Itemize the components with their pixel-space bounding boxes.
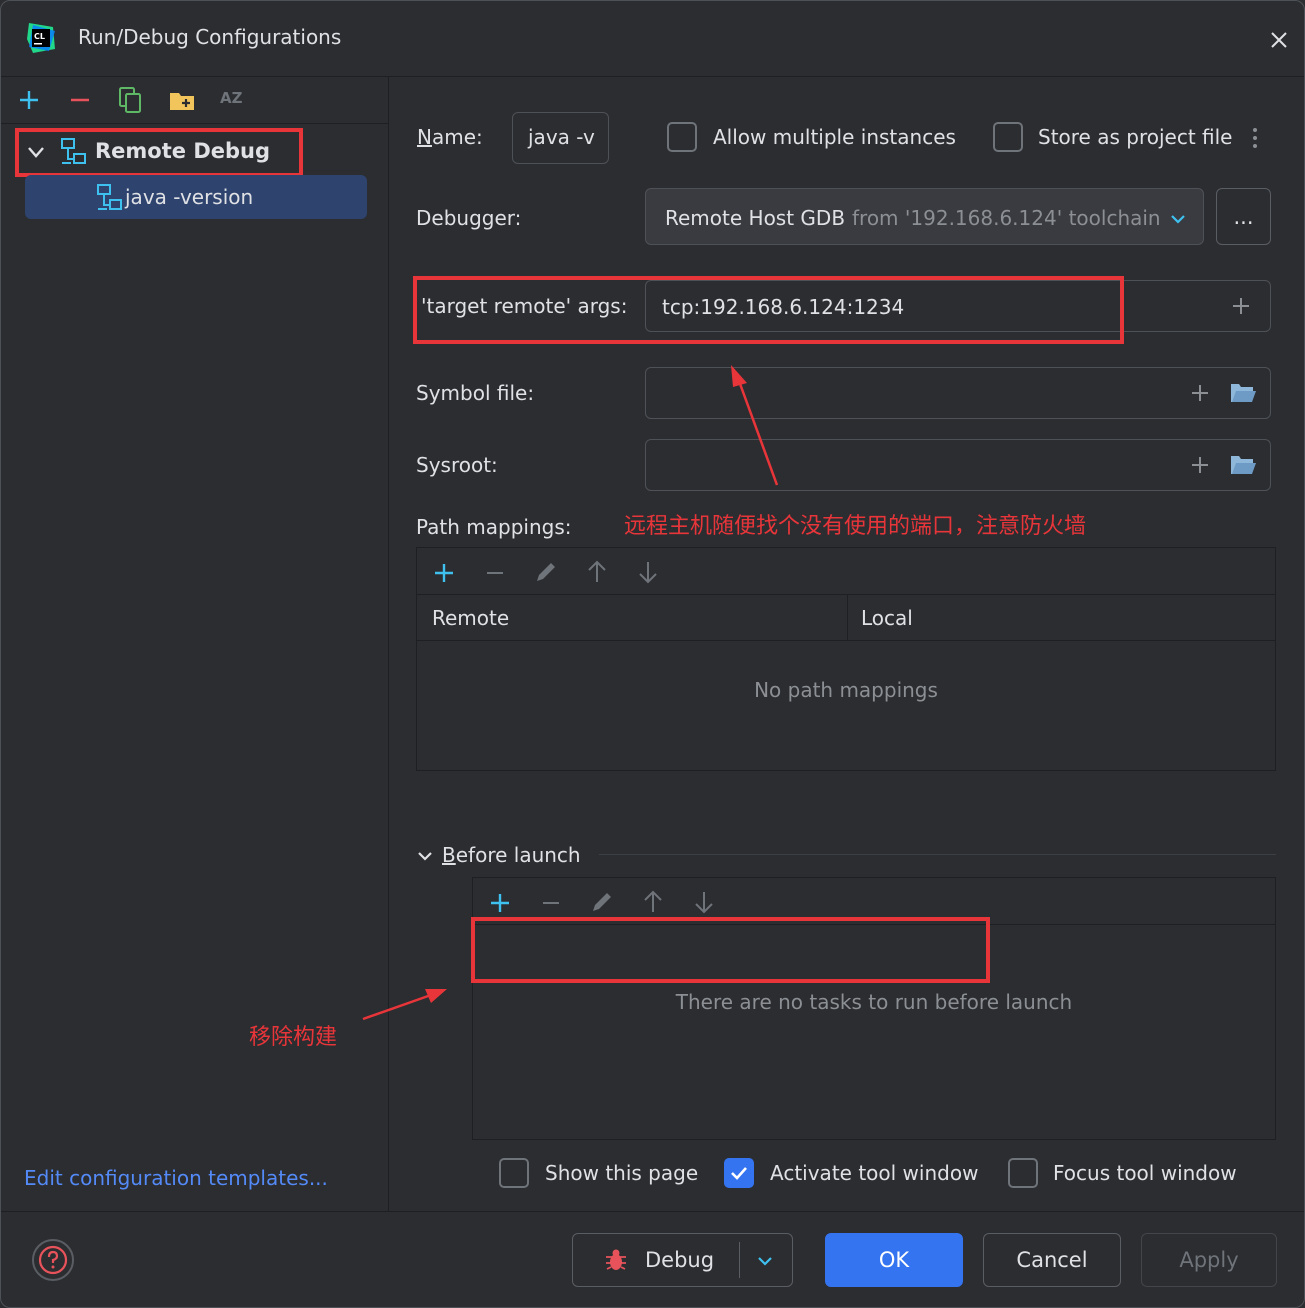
folder-add-icon[interactable]	[167, 85, 197, 115]
before-launch-label[interactable]: Before launch	[442, 843, 581, 867]
move-up-icon[interactable]	[583, 558, 611, 586]
chevron-down-icon[interactable]	[755, 1251, 775, 1271]
edit-templates-link[interactable]: Edit configuration templates...	[24, 1166, 328, 1190]
ok-button[interactable]: OK	[825, 1233, 963, 1287]
move-down-icon[interactable]	[690, 888, 718, 916]
apply-button[interactable]: Apply	[1141, 1233, 1277, 1287]
store-project-checkbox[interactable]	[993, 122, 1023, 152]
show-page-label[interactable]: Show this page	[545, 1161, 698, 1185]
debug-split-button[interactable]: Debug	[572, 1233, 793, 1287]
tree-item-label: java -version	[125, 185, 254, 209]
path-mappings-label: Path mappings:	[416, 515, 572, 539]
cancel-button[interactable]: Cancel	[983, 1233, 1121, 1287]
edit-pencil-icon[interactable]	[588, 888, 616, 916]
debugger-value-suffix: from '192.168.6.124' toolchain	[852, 206, 1161, 230]
activate-tool-checkbox[interactable]	[724, 1158, 754, 1188]
remove-icon[interactable]	[65, 85, 95, 115]
header-separator	[417, 640, 1275, 641]
debug-button-label: Debug	[645, 1248, 715, 1272]
folder-open-icon[interactable]	[1229, 380, 1257, 406]
annotation-box-target-args	[413, 276, 1124, 344]
focus-tool-checkbox[interactable]	[1008, 1158, 1038, 1188]
clion-logo-icon: CL	[27, 23, 55, 53]
symbol-file-label: Symbol file:	[416, 381, 535, 405]
window-title: Run/Debug Configurations	[78, 25, 342, 49]
expand-plus-icon[interactable]	[1230, 295, 1252, 317]
chevron-down-icon	[1171, 215, 1185, 224]
name-input[interactable]: java -v	[512, 112, 609, 164]
annotation-box-removed-build	[471, 917, 990, 983]
tree-item-java-version[interactable]: java -version	[25, 175, 367, 219]
copy-icon[interactable]	[116, 85, 146, 115]
debugger-value: Remote Host GDB	[665, 206, 846, 230]
column-divider	[847, 594, 848, 640]
annotation-arrow-right	[362, 989, 447, 1021]
bug-icon	[606, 1249, 626, 1270]
name-label: Name:	[417, 125, 483, 149]
remove-icon[interactable]	[538, 890, 564, 916]
toolbar-separator	[1, 123, 389, 124]
move-up-icon[interactable]	[639, 888, 667, 916]
path-mappings-table: Remote Local No path mappings	[416, 547, 1276, 771]
footer-separator	[1, 1211, 1304, 1212]
debugger-select[interactable]: Remote Host GDB from '192.168.6.124' too…	[645, 188, 1204, 245]
add-icon[interactable]	[487, 890, 513, 916]
title-bar: CL Run/Debug Configurations	[1, 1, 1304, 77]
sysroot-label: Sysroot:	[416, 453, 498, 477]
add-icon[interactable]	[14, 85, 44, 115]
split-divider	[739, 1242, 740, 1278]
allow-multiple-label[interactable]: Allow multiple instances	[713, 125, 956, 149]
sort-az-icon[interactable]: AZ	[220, 89, 250, 115]
folder-open-icon[interactable]	[1229, 452, 1257, 478]
annotation-box-remote-debug	[15, 128, 303, 177]
focus-tool-label[interactable]: Focus tool window	[1053, 1161, 1237, 1185]
remove-icon[interactable]	[482, 560, 508, 586]
before-launch-separator	[599, 854, 1276, 855]
logo-text: CL	[34, 32, 45, 41]
run-debug-dialog: CL Run/Debug Configurations AZ Remote De…	[0, 0, 1305, 1308]
remote-debug-icon	[97, 184, 122, 210]
debugger-label: Debugger:	[416, 206, 522, 230]
checkmark-icon	[731, 1167, 747, 1180]
store-project-label[interactable]: Store as project file	[1038, 125, 1232, 149]
show-page-checkbox[interactable]	[499, 1158, 529, 1188]
before-launch-empty: There are no tasks to run before launch	[675, 990, 1073, 1014]
expand-plus-icon[interactable]	[1189, 454, 1211, 476]
close-icon[interactable]	[1264, 25, 1294, 55]
annotation-port-note: 远程主机随便找个没有使用的端口，注意防火墙	[624, 514, 1087, 539]
annotation-arrow-up	[731, 365, 779, 486]
annotation-remove-build: 移除构建	[249, 1025, 338, 1050]
help-icon[interactable]	[31, 1238, 75, 1282]
activate-tool-label[interactable]: Activate tool window	[770, 1161, 978, 1185]
column-header-local[interactable]: Local	[861, 606, 913, 630]
allow-multiple-checkbox[interactable]	[667, 122, 697, 152]
move-down-icon[interactable]	[634, 558, 662, 586]
chevron-down-icon[interactable]	[415, 846, 435, 866]
column-header-remote[interactable]: Remote	[432, 606, 509, 630]
more-options-icon[interactable]	[1247, 125, 1263, 151]
path-mappings-empty: No path mappings	[754, 678, 938, 702]
edit-pencil-icon[interactable]	[532, 558, 560, 586]
expand-plus-icon[interactable]	[1189, 382, 1211, 404]
add-icon[interactable]	[431, 560, 457, 586]
debugger-more-button[interactable]: ...	[1216, 188, 1271, 245]
table-toolbar-separator	[417, 594, 1275, 595]
